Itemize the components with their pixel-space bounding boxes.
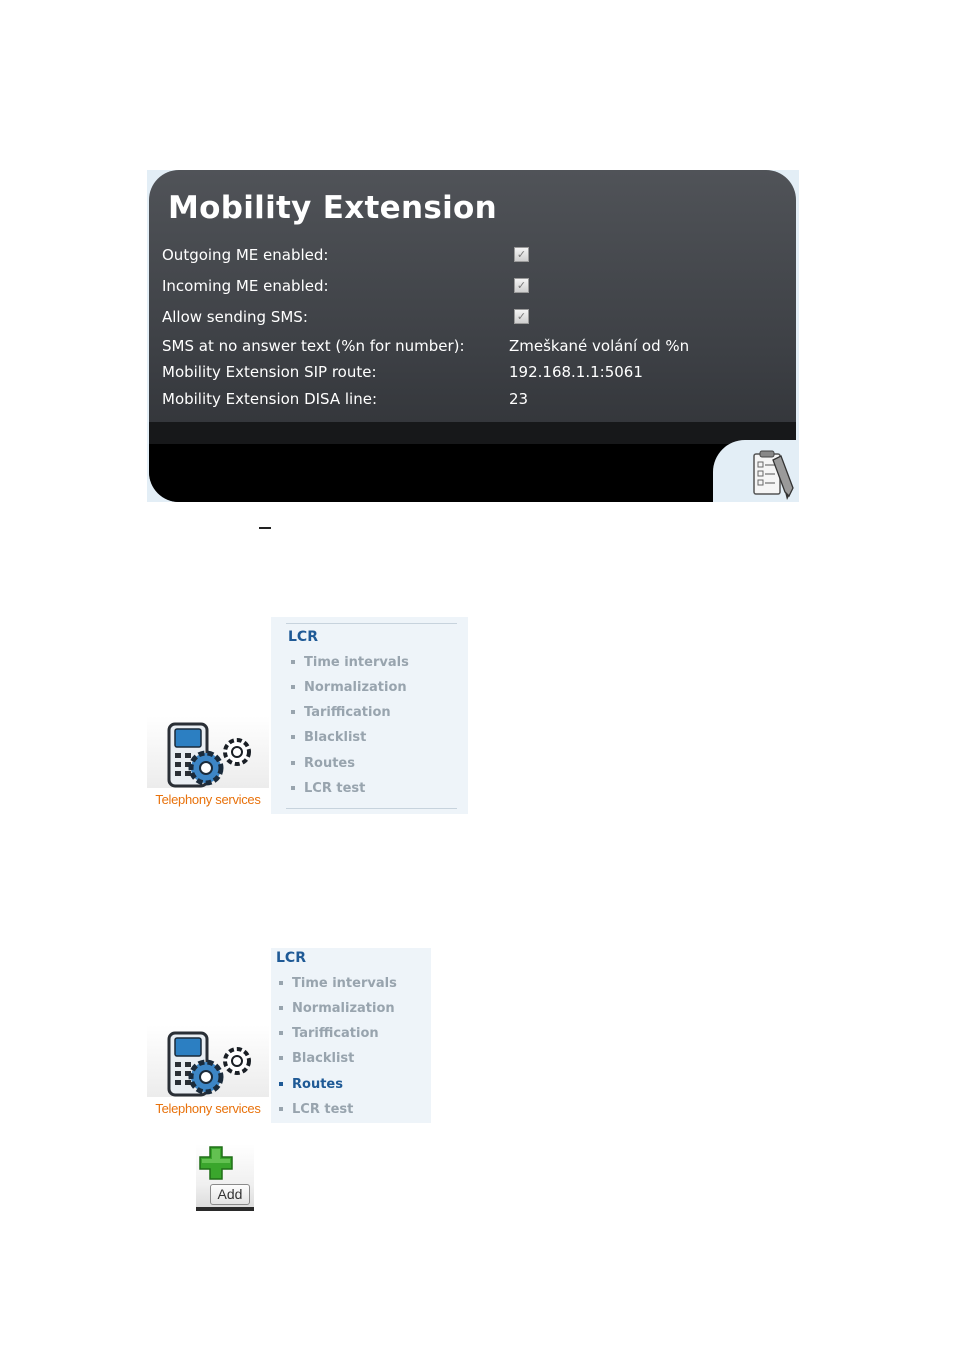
allow-sms-label: Allow sending SMS: xyxy=(162,308,308,326)
menu-item-normalization[interactable]: Normalization xyxy=(291,680,407,695)
menu-item-tariffication[interactable]: Tariffication xyxy=(291,705,391,720)
menu-item-routes-active[interactable]: Routes xyxy=(279,1077,343,1092)
incoming-me-label: Incoming ME enabled: xyxy=(162,277,329,295)
sip-route-value: 192.168.1.1:5061 xyxy=(509,363,643,381)
outgoing-me-label: Outgoing ME enabled: xyxy=(162,246,329,264)
separator-dash xyxy=(259,527,271,529)
lcr-menu-routes-selected: LCR Time intervals Normalization Tariffi… xyxy=(271,948,431,1123)
incoming-me-checkbox[interactable]: ✓ xyxy=(514,278,529,293)
sms-text-value: Zmeškané volání od %n xyxy=(509,337,690,355)
sip-route-label: Mobility Extension SIP route: xyxy=(162,363,377,381)
panel-footer xyxy=(149,444,796,502)
telephony-services-tile[interactable]: Telephony services xyxy=(147,1025,269,1117)
phone-gears-icon xyxy=(167,722,251,788)
telephony-services-label[interactable]: Telephony services xyxy=(147,1101,269,1116)
disa-line-value: 23 xyxy=(509,390,529,408)
telephony-services-tile[interactable]: Telephony services xyxy=(147,716,269,808)
lcr-heading[interactable]: LCR xyxy=(276,950,306,966)
add-button-label[interactable]: Add xyxy=(210,1184,250,1205)
panel-divider-strip xyxy=(149,422,796,444)
phone-gears-icon xyxy=(167,1031,251,1097)
menu-item-lcr-test[interactable]: LCR test xyxy=(291,781,365,796)
menu-item-blacklist[interactable]: Blacklist xyxy=(291,730,366,745)
allow-sms-checkbox[interactable]: ✓ xyxy=(514,309,529,324)
add-button[interactable]: Add xyxy=(196,1144,254,1211)
lcr-heading[interactable]: LCR xyxy=(288,629,318,645)
mobility-extension-panel: Mobility Extension Outgoing ME enabled: … xyxy=(147,170,799,502)
mobility-extension-body: Mobility Extension Outgoing ME enabled: … xyxy=(149,170,796,502)
menu-item-routes[interactable]: Routes xyxy=(291,756,355,771)
menu-item-tariffication[interactable]: Tariffication xyxy=(279,1026,379,1041)
menu-item-normalization[interactable]: Normalization xyxy=(279,1001,395,1016)
menu-item-time-intervals[interactable]: Time intervals xyxy=(291,655,409,670)
green-plus-icon xyxy=(199,1146,233,1180)
panel-title: Mobility Extension xyxy=(168,190,497,226)
outgoing-me-checkbox[interactable]: ✓ xyxy=(514,247,529,262)
sms-text-label: SMS at no answer text (%n for number): xyxy=(162,337,465,355)
menu-item-time-intervals[interactable]: Time intervals xyxy=(279,976,397,991)
menu-item-blacklist[interactable]: Blacklist xyxy=(279,1051,354,1066)
clipboard-edit-icon[interactable] xyxy=(751,448,795,504)
telephony-services-label[interactable]: Telephony services xyxy=(147,792,269,807)
lcr-menu: LCR Time intervals Normalization Tariffi… xyxy=(271,617,468,814)
menu-item-lcr-test[interactable]: LCR test xyxy=(279,1102,353,1117)
disa-line-label: Mobility Extension DISA line: xyxy=(162,390,378,408)
edit-tab[interactable] xyxy=(713,440,799,502)
